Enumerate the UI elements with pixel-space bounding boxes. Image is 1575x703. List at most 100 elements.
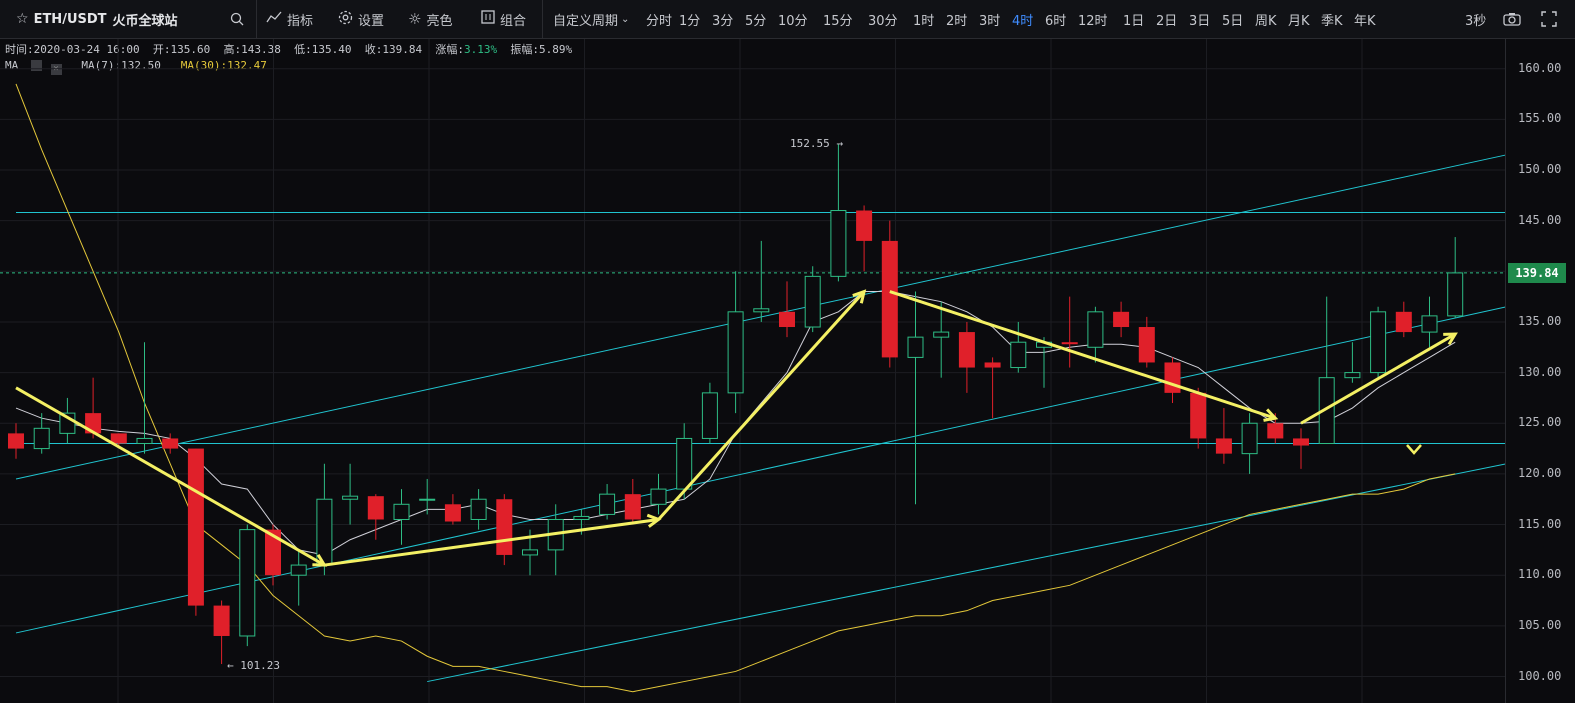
candle-body [753, 308, 770, 313]
period-tab[interactable]: 4时 [1012, 0, 1033, 38]
open-label: 开: [152, 43, 171, 56]
trend-arrow [1300, 332, 1456, 425]
low-value: 135.40 [311, 43, 352, 56]
brightness-label: 亮色 [426, 13, 453, 29]
ma-settings-icon[interactable] [30, 60, 42, 71]
candle-body [162, 438, 179, 449]
low-annotation: ← 101.23 [227, 659, 280, 672]
candle-body [676, 437, 693, 490]
price-tick-label: 120.00 [1518, 465, 1562, 480]
time-label: 时间: [5, 43, 34, 56]
period-tab[interactable]: 5日 [1222, 0, 1243, 38]
candle-body [1395, 311, 1412, 333]
refresh-label: 3秒 [1465, 13, 1487, 29]
exchange-label: 火币全球站 [112, 13, 178, 29]
candle-body [522, 549, 538, 556]
period-tab[interactable]: 6时 [1045, 0, 1066, 38]
combo-label: 组合 [500, 13, 527, 29]
candle-body [290, 564, 307, 576]
candle-body [1344, 372, 1361, 379]
candlestick-chart[interactable] [0, 0, 1575, 703]
divider [542, 0, 543, 38]
candle-body [1421, 315, 1438, 333]
candle-body [624, 494, 641, 520]
period-tab[interactable]: 3日 [1189, 0, 1210, 38]
camera-icon[interactable] [1503, 0, 1521, 38]
ma30-line [15, 83, 1456, 693]
star-icon[interactable]: ☆ [16, 11, 29, 27]
candle-body [1267, 423, 1284, 439]
indicators-button[interactable]: 指标 [266, 0, 313, 38]
period-tab[interactable]: 年K [1354, 0, 1376, 38]
amplitude-label: 振幅: [510, 43, 539, 56]
settings-button[interactable]: 设置 [338, 0, 384, 38]
candle-body [187, 448, 204, 606]
chevron-mark [1406, 444, 1422, 455]
settings-label: 设置 [358, 13, 385, 29]
candle-body [470, 498, 487, 520]
pair-label: ETH/USDT [33, 11, 107, 27]
fullscreen-icon[interactable] [1541, 0, 1557, 38]
open-value: 135.60 [170, 43, 211, 56]
period-tab[interactable]: 3时 [979, 0, 1000, 38]
price-tick-label: 105.00 [1518, 617, 1562, 632]
candle-body [59, 412, 76, 434]
trend-arrow [657, 290, 866, 521]
candle-body [419, 498, 436, 501]
channel-line [15, 306, 1507, 634]
search-icon[interactable] [230, 0, 244, 38]
candle-body [367, 496, 384, 520]
indicator-icon [266, 10, 282, 28]
candle-body [1447, 272, 1464, 317]
period-tab[interactable]: 10分 [778, 0, 808, 38]
candle-body [958, 332, 975, 368]
custom-period-label: 自定义周期 [553, 13, 619, 29]
ma-label: MA [5, 59, 19, 72]
divider [256, 0, 257, 38]
ma-close-icon[interactable]: × [50, 64, 62, 75]
period-tab[interactable]: 2时 [946, 0, 967, 38]
channel-line [15, 154, 1507, 480]
sun-icon: ☼ [408, 10, 422, 28]
period-tab[interactable]: 周K [1255, 0, 1277, 38]
price-tick-label: 150.00 [1518, 162, 1562, 176]
gear-icon [338, 10, 353, 29]
price-tick-label: 115.00 [1518, 516, 1562, 531]
combo-button[interactable]: 组合 [481, 0, 526, 38]
candle-body [342, 495, 359, 500]
chart-toolbar: ☆ ETH/USDT 火币全球站 指标 设置 ☼ 亮色 组合 自定义周期 ⌄ 分… [0, 0, 1575, 39]
period-tab[interactable]: 2日 [1156, 0, 1177, 38]
period-tab[interactable]: 1时 [913, 0, 934, 38]
period-tab[interactable]: 3分 [712, 0, 733, 38]
indicators-label: 指标 [287, 13, 314, 29]
period-tab[interactable]: 5分 [745, 0, 766, 38]
refresh-interval[interactable]: 3秒 [1465, 0, 1486, 38]
candle-body [110, 433, 127, 444]
candle-body [316, 498, 333, 566]
candle-body [933, 331, 950, 338]
period-tab[interactable]: 分时 [646, 0, 672, 38]
change-value: 3.13% [463, 43, 498, 56]
period-tab[interactable]: 月K [1288, 0, 1310, 38]
price-tick-label: 100.00 [1518, 668, 1562, 683]
candle-body [1138, 327, 1155, 363]
custom-period-dropdown[interactable]: 自定义周期 ⌄ [553, 0, 629, 38]
candle-body [701, 392, 718, 439]
candle-body [239, 529, 256, 637]
period-tab[interactable]: 1日 [1123, 0, 1144, 38]
price-tick-label: 135.00 [1518, 313, 1562, 328]
candle-body [1241, 422, 1258, 455]
candle-body [881, 240, 898, 358]
period-tab[interactable]: 15分 [823, 0, 853, 38]
symbol-selector[interactable]: ☆ ETH/USDT 火币全球站 [16, 0, 178, 38]
period-tab[interactable]: 30分 [868, 0, 898, 38]
period-tab[interactable]: 季K [1321, 0, 1343, 38]
candle-body [1318, 377, 1335, 445]
brightness-button[interactable]: ☼ 亮色 [408, 0, 452, 38]
high-annotation: 152.55 → [790, 137, 843, 150]
price-tick-label: 160.00 [1518, 60, 1562, 75]
candle-body [1190, 392, 1207, 439]
period-tab[interactable]: 1分 [679, 0, 700, 38]
period-tab[interactable]: 12时 [1078, 0, 1108, 38]
trend-arrow [15, 386, 326, 567]
